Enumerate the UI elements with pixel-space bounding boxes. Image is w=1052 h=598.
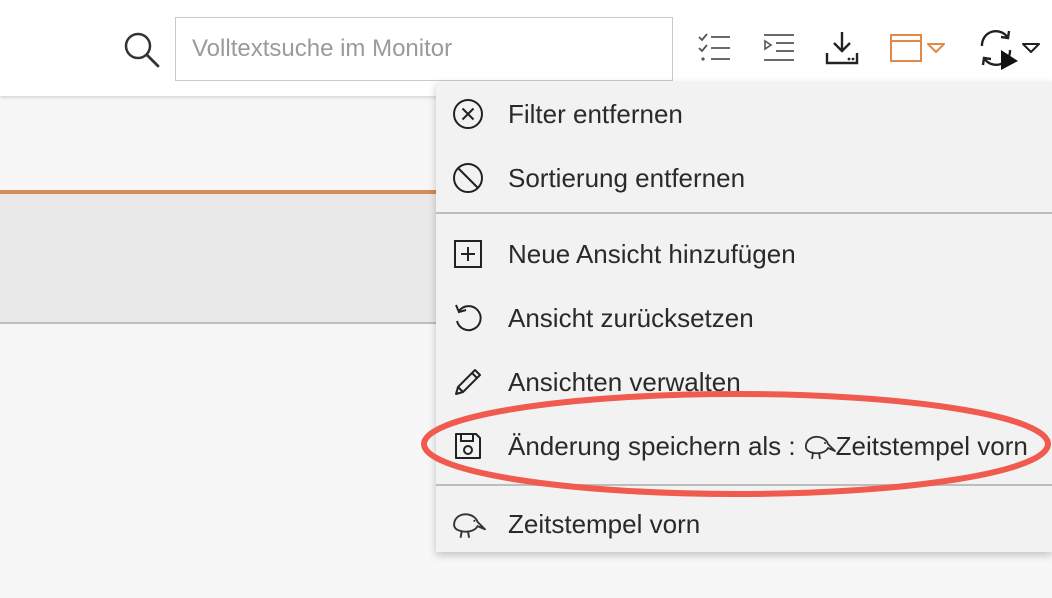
- save-as-view-name: Zeitstempel vorn: [835, 430, 1028, 461]
- menu-divider: [436, 484, 1052, 486]
- menu-item-label: Ansicht zurücksetzen: [508, 302, 754, 333]
- save-as-prefix: Änderung speichern als :: [508, 430, 796, 461]
- save-icon: [450, 428, 486, 464]
- search-input[interactable]: [175, 17, 673, 81]
- menu-item-label: Filter entfernen: [508, 98, 683, 129]
- chevron-down-icon: [1020, 40, 1042, 56]
- window-icon: [889, 31, 925, 65]
- download-icon[interactable]: [823, 26, 861, 70]
- indent-list-icon[interactable]: [760, 26, 798, 70]
- menu-item-save-changes-as[interactable]: Änderung speichern als : Zeitstempel vor…: [436, 416, 1052, 476]
- menu-item-add-view[interactable]: Neue Ansicht hinzufügen: [436, 224, 1052, 284]
- chevron-down-icon: [925, 40, 947, 56]
- menu-item-manage-views[interactable]: Ansichten verwalten: [436, 352, 1052, 412]
- refresh-icon: [976, 26, 1020, 70]
- kiwi-bird-icon: [450, 506, 486, 542]
- menu-item-label: Sortierung entfernen: [508, 162, 746, 193]
- prohibited-icon: [450, 160, 486, 196]
- circle-x-icon: [450, 96, 486, 132]
- menu-item-remove-filter[interactable]: Filter entfernen: [436, 84, 1052, 144]
- undo-icon: [450, 300, 486, 336]
- view-dropdown-menu: Filter entfernen Sortierung entfernen Ne…: [436, 82, 1052, 552]
- search-icon[interactable]: [122, 30, 162, 70]
- menu-item-label: Ansichten verwalten: [508, 366, 741, 397]
- menu-item-reset-view[interactable]: Ansicht zurücksetzen: [436, 288, 1052, 348]
- window-layout-button[interactable]: [889, 26, 947, 70]
- menu-item-remove-sorting[interactable]: Sortierung entfernen: [436, 148, 1052, 208]
- view-panel: [0, 190, 440, 324]
- pencil-icon: [450, 364, 486, 400]
- menu-item-view-zeitstempel-vorn[interactable]: Zeitstempel vorn: [436, 494, 1052, 554]
- kiwi-bird-icon: [802, 432, 836, 460]
- menu-item-label: Änderung speichern als : Zeitstempel vor…: [508, 431, 1028, 462]
- plus-square-icon: [450, 236, 486, 272]
- menu-divider: [436, 212, 1052, 214]
- checklist-icon[interactable]: [696, 26, 734, 70]
- menu-item-label: Neue Ansicht hinzufügen: [508, 238, 796, 269]
- menu-item-label: Zeitstempel vorn: [508, 508, 701, 539]
- refresh-button[interactable]: [976, 26, 1042, 70]
